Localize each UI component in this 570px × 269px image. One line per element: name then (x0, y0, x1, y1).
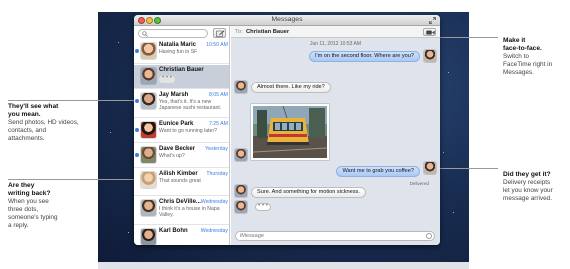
outgoing-message[interactable]: I'm on the second floor. Where are you? (308, 51, 420, 62)
to-label: To: (235, 29, 243, 35)
contact-name: Jay Marsh (159, 92, 189, 98)
leader-line (438, 168, 498, 169)
avatar (141, 43, 156, 59)
avatar (141, 122, 156, 138)
message-time: 7:25 AM (208, 121, 228, 127)
recipient-name[interactable]: Christian Bauer (246, 29, 289, 35)
avatar (235, 185, 247, 197)
fullscreen-icon[interactable] (429, 17, 436, 24)
avatar (141, 68, 156, 84)
timestamp: Jun 11, 2012 10:53 AM (309, 41, 362, 47)
cable-car-photo-icon (252, 105, 328, 158)
unread-dot (135, 99, 139, 103)
callout-delivered: Did they get it? Delivery receipts let y… (503, 171, 553, 202)
compose-icon (216, 30, 225, 37)
avatar (235, 81, 247, 93)
message-input-box[interactable] (235, 231, 435, 241)
avatar (235, 201, 247, 213)
outgoing-message[interactable]: Want me to grab you coffee? (336, 166, 420, 177)
message-preview: Want to go running later? (159, 128, 218, 134)
message-input[interactable] (240, 232, 420, 240)
avatar (141, 200, 156, 216)
avatar (424, 50, 436, 62)
recipient-bar: To: Christian Bauer (231, 26, 440, 38)
unread-dot (135, 128, 139, 132)
message-preview: Having fun in SF (159, 49, 198, 55)
conversation-item[interactable]: Karl Bohn Wednesday (134, 226, 229, 245)
contact-name: Natalia Maric (159, 42, 197, 48)
window-title: Messages (271, 16, 303, 23)
photo-attachment[interactable] (251, 104, 329, 160)
conversation-item[interactable]: Natalia Maric 10:50 AM Having fun in SF (134, 40, 229, 64)
title-bar[interactable]: Messages (134, 15, 440, 26)
conversation-item[interactable]: Ailish Kimber Thursday That sounds great (134, 169, 229, 196)
avatar (141, 229, 156, 245)
message-time: 10:50 AM (206, 42, 228, 48)
unread-dot (135, 153, 139, 157)
callout-writing-back: Are they writing back? When you see thre… (8, 182, 58, 229)
conversation-item[interactable]: Chris DeVille... Wednesday I think it's … (134, 197, 229, 225)
contact-name: Karl Bohn (159, 228, 188, 234)
contact-name: Christian Bauer (159, 67, 204, 73)
contact-name: Dave Becker (159, 146, 196, 152)
message-time: 8:05 AM (208, 92, 228, 98)
message-time: Wednesday (200, 228, 228, 234)
video-camera-icon (426, 30, 435, 35)
message-time: Wednesday (200, 199, 228, 205)
dock-strip (98, 262, 469, 269)
conversation-sidebar: Natalia Maric 10:50 AM Having fun in SF … (134, 26, 230, 245)
conversation-item-selected[interactable]: Christian Bauer • • • (134, 65, 229, 89)
conversation-item[interactable]: Eunice Park 7:25 AM Want to go running l… (134, 119, 229, 143)
message-preview: That sounds great (159, 178, 201, 184)
search-field[interactable] (138, 29, 208, 38)
incoming-message[interactable]: Almost there. Like my ride? (251, 82, 331, 93)
message-time: Yesterday (205, 146, 228, 152)
avatar (424, 162, 436, 174)
callout-see-what-you-mean: They'll see what you mean. Send photos, … (8, 103, 79, 142)
contact-name: Eunice Park (159, 121, 194, 127)
conversation-item[interactable]: Jay Marsh 8:05 AM Yes, that's it. It's a… (134, 90, 229, 118)
compose-button[interactable] (213, 28, 226, 38)
avatar (235, 149, 247, 161)
callout-facetime: Make it face-to-face. Switch to FaceTime… (503, 37, 553, 76)
avatar (141, 172, 156, 188)
message-preview: I think it's a house in Napa Valley. (159, 206, 220, 219)
leader-line (8, 100, 136, 101)
message-time: Thursday (206, 171, 228, 177)
leader-line (438, 37, 498, 38)
typing-indicator: • • • (255, 203, 271, 211)
leader-line (8, 179, 136, 180)
messages-window: Messages Natalia Maric 10:50 AM Having f… (134, 15, 440, 245)
incoming-message[interactable]: Sure. And something for motion sickness. (251, 187, 366, 198)
avatar (141, 147, 156, 163)
contact-name: Ailish Kimber (159, 171, 198, 177)
contact-name: Chris DeVille... (159, 199, 201, 205)
message-preview: What's up? (159, 153, 185, 159)
chat-pane: To: Christian Bauer Jun 11, 2012 10:53 A… (231, 26, 440, 245)
message-preview: Yes, that's it. It's a new Japanese sush… (159, 99, 222, 112)
typing-indicator: • • • (159, 75, 175, 83)
emoji-icon[interactable] (426, 233, 432, 239)
delivered-receipt: Delivered (409, 181, 429, 186)
unread-dot (135, 49, 139, 53)
conversation-item[interactable]: Dave Becker Yesterday What's up? (134, 144, 229, 168)
avatar (141, 93, 156, 109)
search-icon (142, 31, 148, 37)
facetime-button[interactable] (423, 28, 436, 36)
